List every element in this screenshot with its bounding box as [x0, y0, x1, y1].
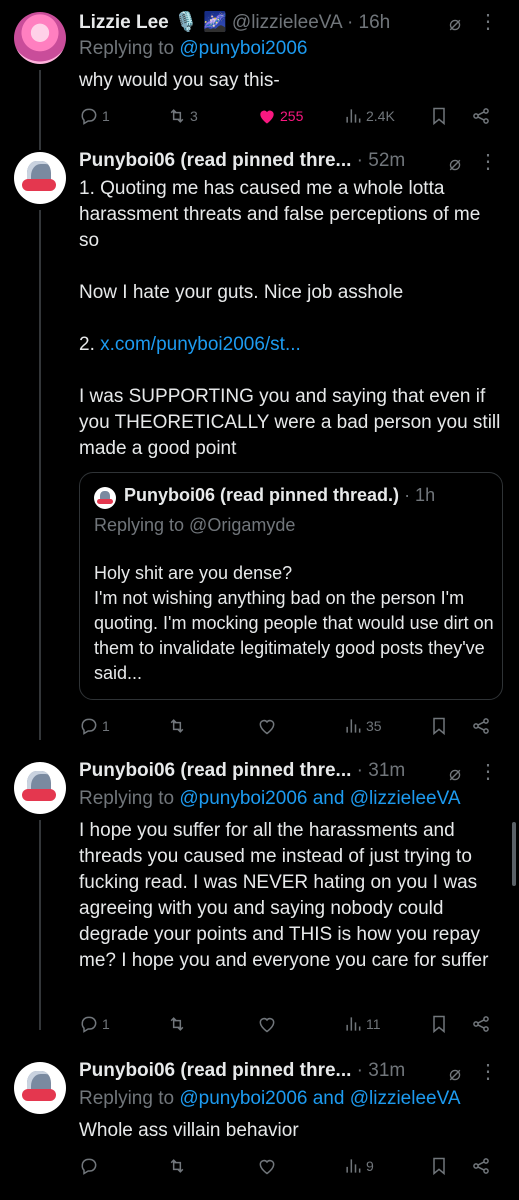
views-icon: [346, 1017, 361, 1031]
action-bar: 1 35: [79, 716, 494, 740]
tweet-text: Whole ass villain behavior: [79, 1120, 299, 1141]
bookmark-button[interactable]: [429, 106, 449, 126]
heart-icon: [259, 719, 275, 735]
post-time[interactable]: · 52m: [357, 150, 406, 171]
heart-icon: [259, 1017, 275, 1033]
quote-author-name: Punyboi06 (read pinned thread.): [124, 485, 400, 505]
views-icon: [346, 109, 361, 123]
reply-user-link[interactable]: @punyboi2006: [179, 38, 307, 59]
share-icon: [473, 718, 489, 734]
reply-icon: [81, 1158, 97, 1175]
grok-icon[interactable]: ⌀: [449, 761, 461, 786]
like-button[interactable]: 255: [257, 106, 303, 126]
reply-icon: [81, 108, 97, 125]
like-button[interactable]: [257, 716, 277, 736]
share-icon: [473, 108, 489, 124]
author-name[interactable]: Punyboi06 (read pinned thre...: [79, 1060, 351, 1081]
bookmark-button[interactable]: [429, 1156, 449, 1176]
share-button[interactable]: [471, 1156, 491, 1176]
grok-icon[interactable]: ⌀: [449, 1061, 461, 1086]
reply-button[interactable]: [79, 1156, 99, 1176]
repost-icon: [170, 109, 184, 123]
share-button[interactable]: [471, 1014, 491, 1034]
replying-to: Replying to @punyboi2006 and @lizzieleeV…: [79, 788, 461, 809]
thread-line: [39, 70, 41, 150]
action-bar: 1 3 255 2.4K: [79, 106, 494, 130]
repost-icon: [170, 1017, 184, 1031]
views-icon: [346, 1159, 361, 1173]
tweet-link[interactable]: x.com/punyboi2006/st...: [100, 334, 301, 355]
grok-icon[interactable]: ⌀: [449, 151, 461, 176]
bookmark-button[interactable]: [429, 716, 449, 736]
repost-icon: [170, 719, 184, 733]
quote-avatar: [94, 487, 116, 509]
author-name[interactable]: Lizzie Lee 🎙️ 🌌: [79, 12, 227, 33]
reply-users-link[interactable]: @punyboi2006 and @lizzieleeVA: [179, 788, 460, 809]
avatar[interactable]: [14, 12, 66, 64]
share-icon: [473, 1158, 489, 1174]
author-handle-time[interactable]: @lizzieleeVA · 16h: [232, 12, 390, 33]
quoted-tweet[interactable]: Punyboi06 (read pinned thread.) · 1h Rep…: [79, 472, 503, 700]
share-button[interactable]: [471, 716, 491, 736]
thread-line: [39, 820, 41, 1030]
tweet-text: 1. Quoting me has caused me a whole lott…: [79, 178, 501, 459]
heart-icon: [259, 1159, 275, 1175]
reply-icon: [81, 1016, 97, 1033]
reply-button[interactable]: 1: [79, 106, 110, 126]
tweet-text: I hope you suffer for all the harassment…: [79, 820, 489, 971]
post-time[interactable]: · 31m: [357, 760, 406, 781]
repost-button[interactable]: [167, 716, 187, 736]
like-button[interactable]: [257, 1156, 277, 1176]
reply-icon: [81, 718, 97, 735]
like-button[interactable]: [257, 1014, 277, 1034]
more-icon[interactable]: ⋮: [478, 759, 499, 784]
quote-text: Holy shit are you dense? I'm not wishing…: [94, 563, 494, 683]
bookmark-icon: [433, 717, 445, 736]
views-icon: [346, 719, 361, 733]
views-button[interactable]: 35: [343, 716, 382, 736]
scrollbar[interactable]: [512, 822, 516, 886]
bookmark-icon: [433, 1015, 445, 1034]
tweet-text: why would you say this-: [79, 70, 280, 91]
views-button[interactable]: 9: [343, 1156, 374, 1176]
grok-icon[interactable]: ⌀: [449, 11, 461, 36]
more-icon[interactable]: ⋮: [478, 149, 499, 174]
views-button[interactable]: 2.4K: [343, 106, 395, 126]
thread-line: [39, 210, 41, 740]
more-icon[interactable]: ⋮: [478, 9, 499, 34]
repost-button[interactable]: [167, 1156, 187, 1176]
reply-button[interactable]: 1: [79, 1014, 110, 1034]
replying-to: Replying to @punyboi2006: [79, 38, 308, 59]
action-bar: 9: [79, 1156, 494, 1180]
bookmark-icon: [433, 1157, 445, 1176]
repost-icon: [170, 1159, 184, 1173]
repost-button[interactable]: 3: [167, 106, 198, 126]
reply-button[interactable]: 1: [79, 716, 110, 736]
share-button[interactable]: [471, 106, 491, 126]
share-icon: [473, 1016, 489, 1032]
bookmark-icon: [433, 107, 445, 126]
action-bar: 1 11: [79, 1014, 494, 1038]
reply-users-link[interactable]: @punyboi2006 and @lizzieleeVA: [179, 1088, 460, 1109]
bookmark-button[interactable]: [429, 1014, 449, 1034]
more-icon[interactable]: ⋮: [478, 1059, 499, 1084]
replying-to: Replying to @punyboi2006 and @lizzieleeV…: [79, 1088, 461, 1109]
avatar[interactable]: [14, 762, 66, 814]
views-button[interactable]: 11: [343, 1014, 381, 1034]
repost-button[interactable]: [167, 1014, 187, 1034]
heart-icon: [260, 110, 274, 124]
avatar[interactable]: [14, 152, 66, 204]
author-name[interactable]: Punyboi06 (read pinned thre...: [79, 760, 351, 781]
post-time[interactable]: · 31m: [357, 1060, 406, 1081]
avatar[interactable]: [14, 1062, 66, 1114]
quote-replying-to: Replying to @Origamyde: [94, 515, 296, 535]
author-name[interactable]: Punyboi06 (read pinned thre...: [79, 150, 351, 171]
quote-time: · 1h: [404, 485, 436, 505]
